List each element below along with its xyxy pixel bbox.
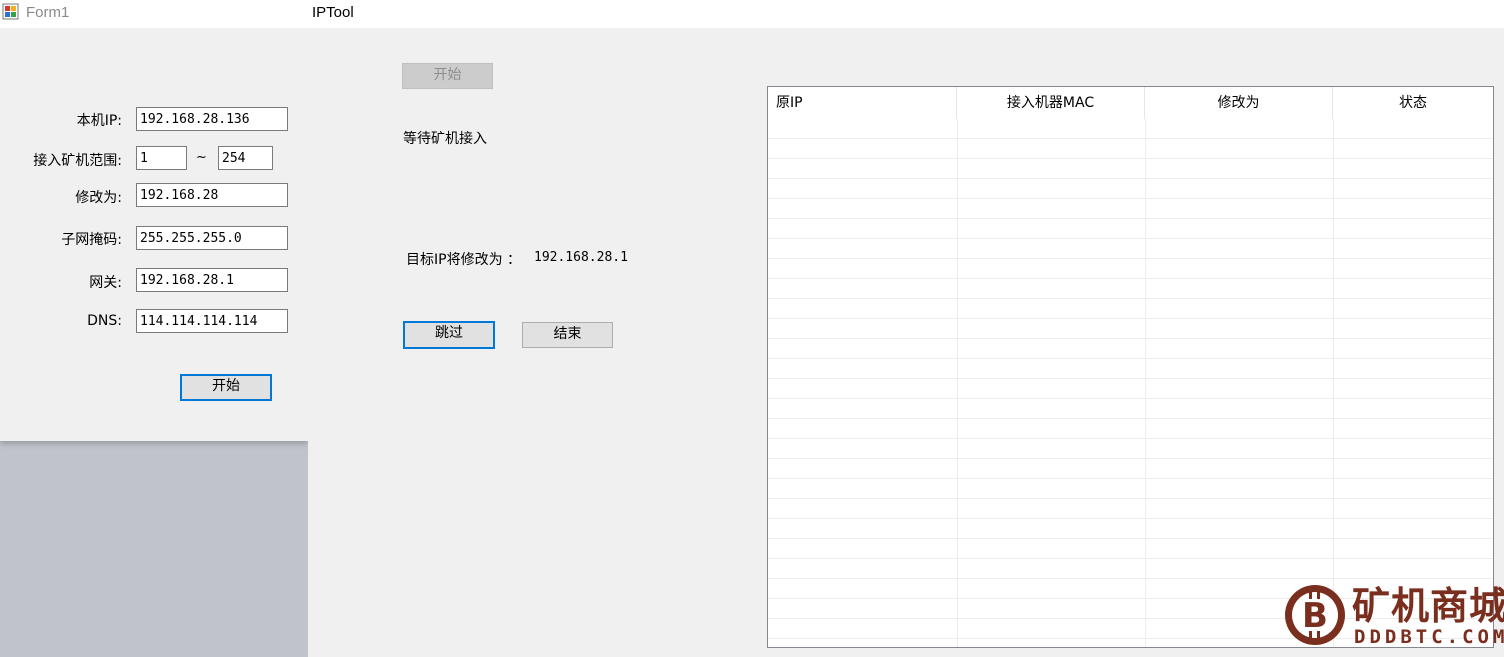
grid-rows [768, 119, 1493, 647]
subnet-field[interactable] [136, 226, 288, 250]
iptool-titlebar[interactable]: IPTool [308, 0, 1504, 28]
watermark: B 矿机商城 DDDBTC.COM [1282, 582, 1504, 657]
form1-window: Form1 本机IP: 接入矿机范围: ~ 修改为: 子网掩码: 网关: DNS… [0, 0, 308, 441]
local-ip-label: 本机IP: [76, 113, 122, 129]
svg-text:B: B [1302, 596, 1328, 636]
form1-title: Form1 [26, 4, 70, 21]
watermark-url: DDDBTC.COM [1354, 626, 1504, 648]
grid-divider [1145, 119, 1146, 647]
subnet-label: 子网掩码: [61, 232, 122, 248]
app-icon [2, 3, 19, 20]
target-ip-label: 目标IP将修改为 ： [406, 252, 522, 268]
column-header-modify-to[interactable]: 修改为 [1145, 87, 1333, 119]
end-button[interactable]: 结束 [522, 322, 613, 348]
watermark-name: 矿机商城 [1352, 584, 1504, 628]
target-ip-value: 192.168.28.1 [534, 250, 628, 265]
range-label: 接入矿机范围: [33, 153, 122, 169]
dns-label: DNS: [87, 313, 122, 329]
iptool-start-button[interactable]: 开始 [402, 63, 493, 89]
range-start-field[interactable] [136, 146, 187, 170]
grid-divider [957, 119, 958, 647]
column-header-status[interactable]: 状态 [1333, 87, 1493, 119]
modify-to-field[interactable] [136, 183, 288, 207]
modify-to-label: 修改为: [75, 190, 122, 206]
range-separator: ~ [196, 150, 207, 165]
grid-divider [1333, 119, 1334, 647]
gateway-label: 网关: [89, 275, 122, 291]
iptool-window: IPTool 开始 等待矿机接入 目标IP将修改为 ： 192.168.28.1… [308, 0, 1504, 657]
form1-start-button[interactable]: 开始 [180, 374, 272, 401]
status-text: 等待矿机接入 [403, 131, 487, 147]
column-header-source-ip[interactable]: 原IP [768, 87, 957, 119]
column-header-mac[interactable]: 接入机器MAC [957, 87, 1145, 119]
iptool-title: IPTool [312, 4, 354, 21]
gateway-field[interactable] [136, 268, 288, 292]
bitcoin-logo-icon: B [1285, 585, 1345, 645]
results-grid[interactable]: 原IP 接入机器MAC 修改为 状态 [767, 86, 1494, 648]
range-end-field[interactable] [218, 146, 273, 170]
dns-field[interactable] [136, 309, 288, 333]
form1-titlebar[interactable]: Form1 [0, 0, 308, 28]
skip-button[interactable]: 跳过 [403, 321, 495, 349]
local-ip-field[interactable] [136, 107, 288, 131]
